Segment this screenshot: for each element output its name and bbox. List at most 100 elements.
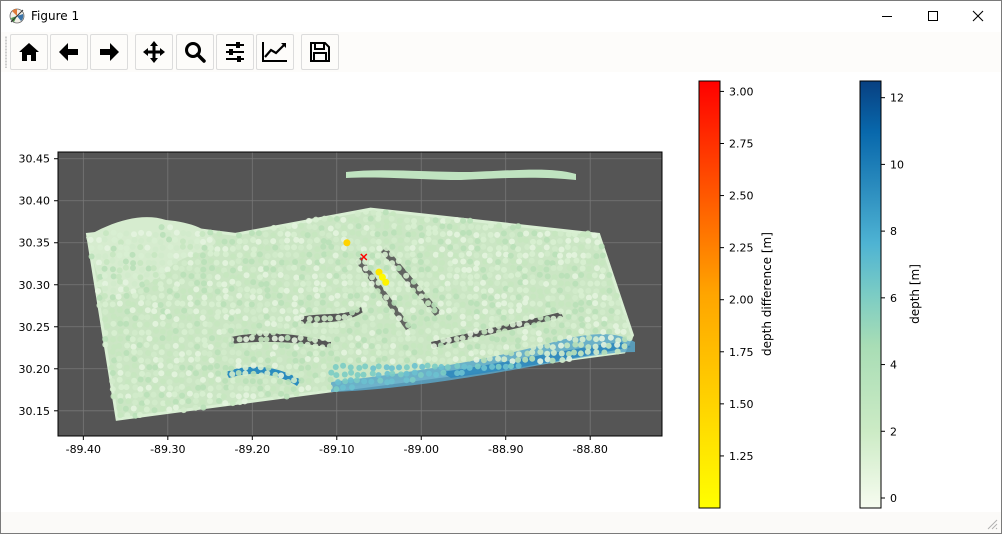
depth-point (328, 350, 335, 357)
depth-point (375, 349, 382, 356)
depth-point (319, 334, 326, 341)
depth-point (250, 393, 257, 400)
depth-point (306, 223, 313, 230)
depth-point (178, 351, 185, 358)
depth-point (272, 251, 279, 258)
depth-point (264, 253, 271, 260)
depth-point (215, 376, 222, 383)
back-button[interactable] (50, 34, 88, 70)
depth-point (152, 246, 159, 253)
depth-point (475, 224, 482, 231)
depth-point (131, 356, 138, 363)
depth-point (417, 280, 424, 287)
depth-point (244, 286, 251, 293)
depth-point (571, 314, 578, 321)
depth-point (164, 399, 171, 406)
depth-point (235, 350, 242, 357)
edit-axis-button[interactable] (256, 34, 294, 70)
depth-point (614, 348, 621, 355)
close-button[interactable] (955, 1, 1001, 32)
map-axes[interactable]: -89.40 -89.30 -89.20 -89.10 -89.00 -88.90 -88.… (19, 151, 663, 456)
depth-point (521, 259, 528, 266)
depth-point (270, 279, 277, 286)
depth-point (537, 314, 544, 321)
depth-point (179, 300, 186, 307)
depth-point (424, 362, 431, 369)
depth-point (131, 349, 138, 356)
forward-button[interactable] (90, 34, 128, 70)
depth-point (460, 320, 467, 327)
home-button[interactable] (10, 34, 48, 70)
depth-point (516, 265, 523, 272)
depth-point (578, 271, 585, 278)
depth-point (264, 245, 271, 252)
depth-point (139, 294, 146, 301)
depth-point (192, 252, 199, 259)
depth-point (556, 237, 563, 244)
minimize-button[interactable] (863, 1, 909, 32)
depth-point (185, 230, 192, 237)
depth-point (403, 294, 410, 301)
depth-point (313, 280, 320, 287)
zoom-button[interactable] (176, 34, 214, 70)
depth-point (530, 329, 537, 336)
toolbar-grip[interactable] (5, 36, 7, 68)
depth-point (333, 336, 340, 343)
depth-point (173, 364, 180, 371)
depth-point (411, 293, 418, 300)
depth-point (347, 364, 354, 371)
depth-point (467, 285, 474, 292)
depth-point (460, 229, 467, 236)
depth-point (264, 320, 271, 327)
depth-point (332, 230, 339, 237)
depth-point (571, 245, 578, 252)
depth-point (355, 357, 362, 364)
depth-point (258, 336, 265, 343)
depth-point (138, 314, 145, 321)
depth-point (248, 334, 255, 341)
depth-point (417, 348, 424, 355)
depth-point (388, 365, 395, 372)
depth-point (388, 286, 395, 293)
depth-point (572, 294, 579, 301)
depth-point (172, 404, 179, 411)
depth-point (369, 337, 376, 344)
depth-point (314, 315, 321, 322)
depth-point (229, 302, 236, 309)
depth-point (411, 362, 418, 369)
depth-point (377, 313, 384, 320)
pan-button[interactable] (135, 34, 173, 70)
depth-point (362, 343, 369, 350)
depth-point (417, 371, 424, 378)
maximize-button[interactable] (909, 1, 955, 32)
depth-point (263, 336, 270, 343)
depth-point (319, 257, 326, 264)
depth-difference-colorbar[interactable]: 1.251.501.752.002.252.502.753.00 depth d… (698, 80, 774, 509)
depth-point (578, 244, 585, 251)
depth-point (158, 285, 165, 292)
x-tick-label: -89.00 (404, 443, 439, 456)
depth-point (446, 223, 453, 230)
resize-grip-icon[interactable] (986, 518, 998, 530)
depth-point (404, 252, 411, 259)
depth-point (285, 223, 292, 230)
depth-point (122, 258, 129, 265)
depth-point (136, 342, 143, 349)
depth-point (522, 299, 529, 306)
depth-point (458, 252, 465, 259)
depth-point (521, 334, 528, 341)
figure-canvas[interactable]: -89.40 -89.30 -89.20 -89.10 -89.00 -88.90 -88.… (1, 72, 1001, 512)
configure-subplots-button[interactable] (216, 34, 254, 70)
depth-point (326, 279, 333, 286)
depth-point (482, 224, 489, 231)
depth-point (278, 364, 285, 371)
depth-point (151, 407, 158, 414)
save-button[interactable] (301, 34, 339, 70)
depth-point (157, 357, 164, 364)
depth-point (557, 259, 564, 266)
y-tick-label: 30.20 (19, 363, 51, 376)
depth-point (411, 369, 418, 376)
depth-point (332, 278, 339, 285)
depth-point (110, 245, 117, 252)
depth-colorbar[interactable]: 024681012 depth [m] (859, 80, 922, 509)
